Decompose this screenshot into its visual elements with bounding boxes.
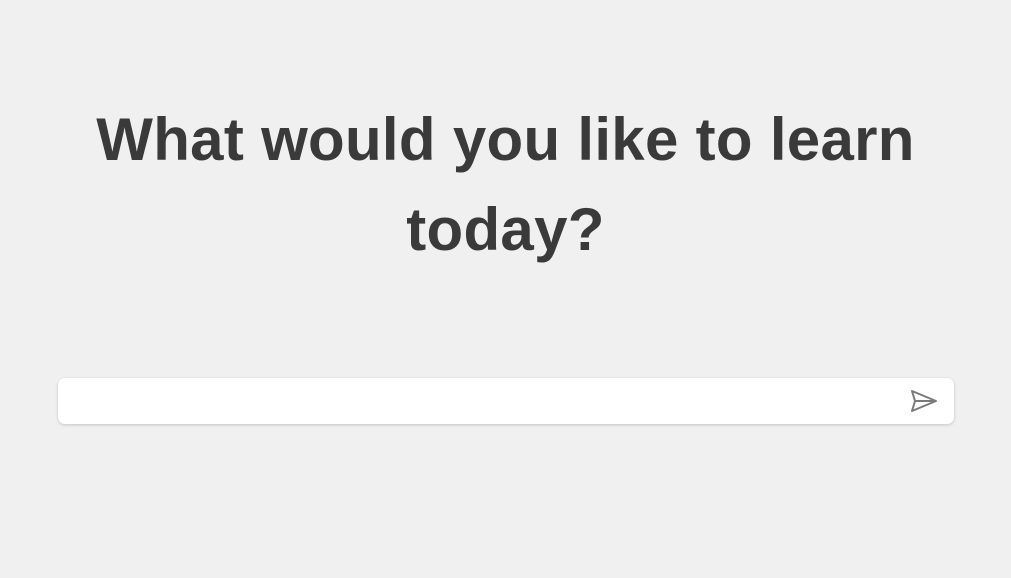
prompt-input[interactable] bbox=[58, 378, 888, 424]
page-title: What would you like to learn today? bbox=[96, 106, 915, 263]
send-icon bbox=[909, 388, 939, 414]
page: What would you like to learn today? bbox=[0, 0, 1011, 578]
send-button[interactable] bbox=[908, 387, 940, 415]
prompt-bar bbox=[58, 378, 954, 424]
